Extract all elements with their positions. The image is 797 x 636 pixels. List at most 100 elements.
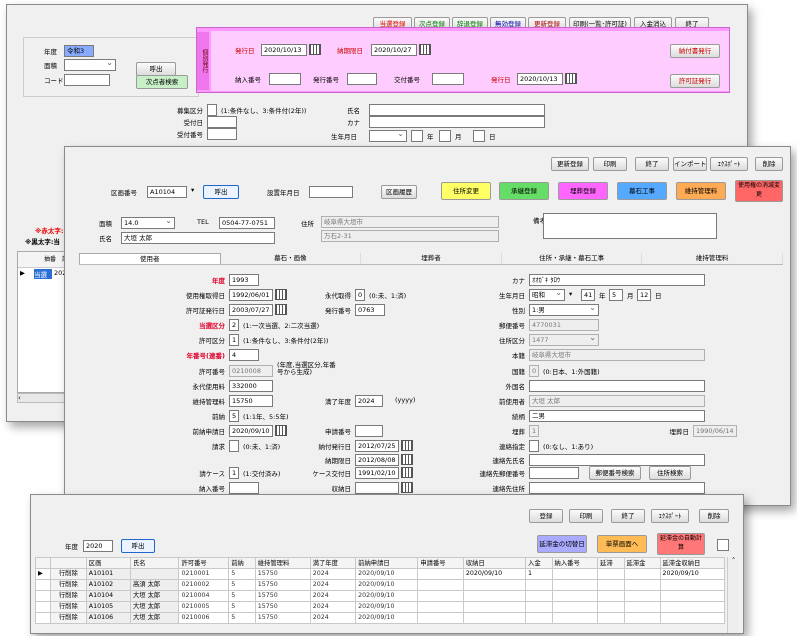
grid-row-status[interactable]: 当選 <box>34 269 52 279</box>
birth-day-input[interactable]: 12 <box>637 289 651 301</box>
delete-button[interactable]: 削除 <box>755 157 783 171</box>
exit-button[interactable]: 終了 <box>635 157 669 171</box>
call-button[interactable]: 呼出 <box>121 539 155 553</box>
contact-name-input[interactable] <box>529 454 705 466</box>
calendar-icon[interactable] <box>275 304 287 315</box>
domicile-input[interactable]: 岐阜県大垣市 <box>529 349 705 361</box>
relation-input[interactable]: 二男 <box>529 410 705 422</box>
calendar-icon[interactable] <box>401 482 413 493</box>
row-delete-button[interactable]: 行削除 <box>49 590 87 602</box>
call-button[interactable]: 呼出 <box>136 62 176 76</box>
tab-tombstone-image[interactable]: 墓石・画像 <box>221 253 362 264</box>
late-fee-switch-date-button[interactable]: 延滞金の切替日 <box>537 535 587 553</box>
maintenance-fee-button[interactable]: 維持管理料 <box>676 182 726 200</box>
table-row[interactable]: 行削除 A10104 大垣 太郎 0210004 5 15750 2024 2020/09/1… <box>35 590 725 602</box>
calendar-icon[interactable] <box>401 467 413 478</box>
foreign-name-input[interactable] <box>529 380 705 392</box>
contact-address-input[interactable] <box>529 482 705 494</box>
win-type-input[interactable]: 2 <box>229 319 239 331</box>
deadline-input[interactable]: 2020/10/27 <box>371 44 417 56</box>
address1-input[interactable]: 岐阜県大垣市 <box>321 216 499 228</box>
receipt-no-input[interactable] <box>432 73 464 85</box>
apply-no-input[interactable] <box>355 425 383 437</box>
nationality-input[interactable]: 0 <box>529 365 539 377</box>
birth-year-input[interactable] <box>411 130 423 142</box>
tab-buried[interactable]: 埋葬者 <box>361 253 502 264</box>
calendar-icon[interactable] <box>275 425 287 436</box>
dropdown-arrow-icon[interactable]: ▾ <box>191 186 194 194</box>
claim-input[interactable] <box>229 440 239 452</box>
row-delete-button[interactable]: 行削除 <box>49 568 87 580</box>
birth-month-input[interactable]: 5 <box>609 289 623 301</box>
permit-type-input[interactable]: 1 <box>229 334 239 346</box>
prev-user-input[interactable]: 大垣 太郎 <box>529 395 705 407</box>
year-input[interactable]: 1993 <box>229 274 259 286</box>
pay-issue-date-input[interactable]: 2012/07/25 <box>355 440 399 452</box>
usage-right-extinguish-button[interactable]: 使用権の消滅変更 <box>735 180 783 202</box>
permit-issue-button[interactable]: 許可証発行 <box>670 74 720 88</box>
update-register-button[interactable]: 更新登録 <box>551 157 589 171</box>
payment-notice-issue-button[interactable]: 納付書発行 <box>670 44 720 58</box>
calendar-icon[interactable] <box>275 289 287 300</box>
area-select[interactable]: 14.0 <box>121 217 175 229</box>
succession-register-button[interactable]: 承継登録 <box>499 182 549 200</box>
year-input[interactable]: 令和3 <box>64 45 94 57</box>
row-delete-button[interactable]: 行削除 <box>49 601 87 613</box>
prepay-apply-date-input[interactable]: 2020/09/10 <box>229 425 273 437</box>
birth-era-select[interactable]: 昭和 <box>529 289 565 301</box>
address-search-button[interactable]: 住所検索 <box>649 466 691 480</box>
permit-no-input[interactable]: 0210008 <box>229 365 273 377</box>
w3-vertical-scrollbar[interactable]: ˄ <box>727 557 739 633</box>
case-input[interactable]: 1 <box>229 467 239 479</box>
kana-input[interactable]: ｵｵｶﾞｷ ﾀﾛｳ <box>529 274 705 286</box>
select-all-checkbox[interactable] <box>717 539 729 551</box>
birth-era-select[interactable] <box>369 130 407 142</box>
issue-date-input[interactable]: 2020/10/13 <box>261 44 307 56</box>
code-input[interactable] <box>64 74 110 86</box>
setup-date-input[interactable] <box>309 186 353 198</box>
calendar-icon[interactable] <box>401 440 413 451</box>
row-delete-button[interactable]: 行削除 <box>49 579 87 591</box>
apply-type-input[interactable] <box>207 104 217 116</box>
runner-up-search-button[interactable]: 次点者検索 <box>136 75 188 89</box>
zip-input[interactable]: 4770031 <box>529 319 599 331</box>
birth-day-input[interactable] <box>473 130 485 142</box>
issue-no-input[interactable]: 0763 <box>355 304 385 316</box>
contact-flag-input[interactable] <box>529 440 539 452</box>
expire-year-input[interactable]: 2024 <box>355 395 383 407</box>
case-issue-date-input[interactable]: 1991/02/10 <box>355 467 399 479</box>
sex-select[interactable]: 1:男 <box>529 304 599 316</box>
register-button[interactable]: 登録 <box>529 509 563 523</box>
pay-deadline-input[interactable]: 2012/08/08 <box>355 454 399 466</box>
year-input[interactable]: 2020 <box>83 540 113 552</box>
name-input[interactable]: 大垣 太郎 <box>121 232 275 244</box>
permit-issue-date-input[interactable]: 2003/07/27 <box>229 304 273 316</box>
print-button[interactable]: 印刷 <box>569 509 603 523</box>
maintenance-fee-input[interactable]: 15750 <box>229 395 273 407</box>
burial-register-button[interactable]: 埋葬登録 <box>558 182 608 200</box>
table-row[interactable]: 行削除 A10105 大垣 太郎 0210005 5 15750 2024 2020/09/1… <box>35 601 725 613</box>
receipt-date-input[interactable] <box>355 482 399 494</box>
address-change-button[interactable]: 住所変更 <box>441 182 491 200</box>
burial-date-input[interactable]: 1990/06/14 <box>693 425 737 437</box>
year-serial-input[interactable]: 4 <box>229 349 259 361</box>
calendar-icon[interactable] <box>309 44 321 55</box>
single-form-button[interactable]: 単票画面へ <box>597 535 647 553</box>
prepay-input[interactable]: 5 <box>229 410 239 422</box>
calendar-icon[interactable] <box>419 44 431 55</box>
exit-button[interactable]: 終了 <box>611 509 645 523</box>
name-input[interactable] <box>369 104 545 116</box>
dropdown-arrow-icon[interactable]: ▾ <box>569 290 572 298</box>
calendar-icon[interactable] <box>401 454 413 465</box>
table-row[interactable]: 行削除 A10106 大垣 太郎 0210006 5 15750 2024 2020/09/1… <box>35 612 725 624</box>
tab-maintenance-fee[interactable]: 維持管理料 <box>642 253 783 264</box>
perpetual-acq-input[interactable]: 0 <box>355 289 365 301</box>
delete-button[interactable]: 削除 <box>699 509 729 523</box>
address2-input[interactable]: 万石2-31 <box>321 230 499 242</box>
tab-user[interactable]: 使用者 <box>79 253 221 264</box>
use-acq-date-input[interactable]: 1992/06/01 <box>229 289 273 301</box>
birth-month-input[interactable] <box>439 130 451 142</box>
contact-zip-input[interactable] <box>529 467 579 479</box>
call-button[interactable]: 呼出 <box>203 185 239 199</box>
block-history-button[interactable]: 区画履歴 <box>381 185 417 199</box>
